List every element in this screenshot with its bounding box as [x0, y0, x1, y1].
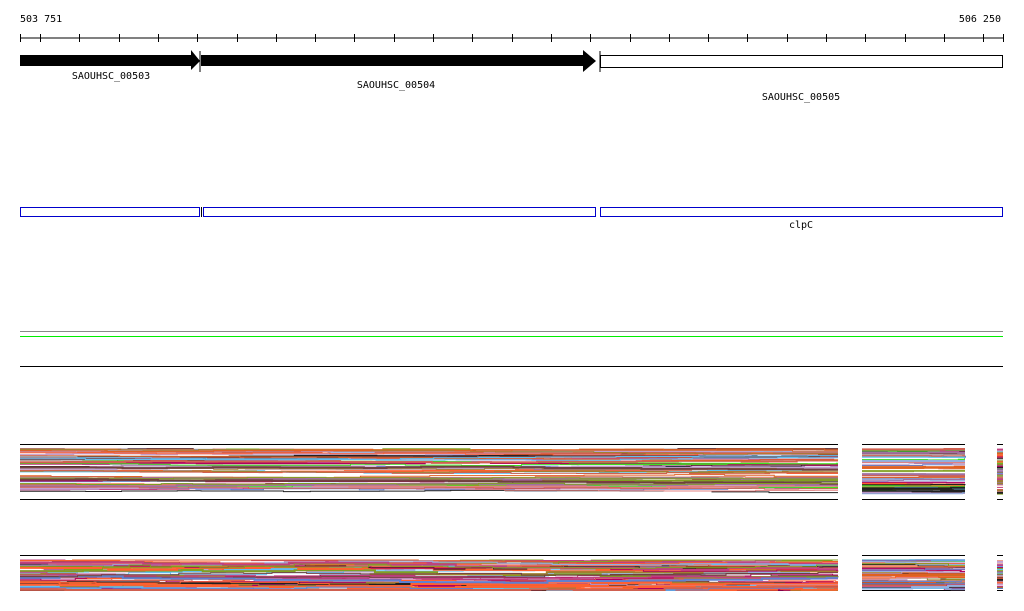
ruler-end-label: 506 250 [959, 14, 1001, 25]
coverage-line [862, 451, 965, 454]
ruler-start-label: 503 751 [20, 14, 62, 25]
gene-SAOUHSC_00504[interactable]: SAOUHSC_00504 [201, 50, 596, 91]
coverage-line [862, 480, 965, 482]
gene-label: SAOUHSC_00503 [72, 71, 150, 82]
coverage-track-1 [20, 444, 1003, 500]
feature-box[interactable] [203, 207, 596, 217]
genome-browser-canvas: 503 751 506 250 SAOUHSC_00503 SAOUHSC_00… [20, 14, 1004, 591]
feature-box[interactable] [20, 207, 200, 217]
coverage-track-2 [20, 555, 1003, 591]
gene-SAOUHSC_00505[interactable]: SAOUHSC_00505 [600, 55, 1003, 104]
gene-label: SAOUHSC_00504 [357, 80, 435, 91]
feature-track: clpC [20, 207, 1003, 231]
feature-label-clpC: clpC [789, 220, 813, 231]
coverage-line [862, 464, 965, 466]
coordinate-ruler [20, 34, 1004, 42]
gene-SAOUHSC_00503[interactable]: SAOUHSC_00503 [20, 50, 200, 82]
feature-box-clpC[interactable] [600, 207, 1003, 217]
coverage-line [862, 476, 965, 478]
coverage-line [862, 486, 965, 490]
gene-label: SAOUHSC_00505 [762, 92, 840, 103]
gene-track: SAOUHSC_00503 SAOUHSC_00504 SAOUHSC_0050… [20, 50, 1003, 103]
